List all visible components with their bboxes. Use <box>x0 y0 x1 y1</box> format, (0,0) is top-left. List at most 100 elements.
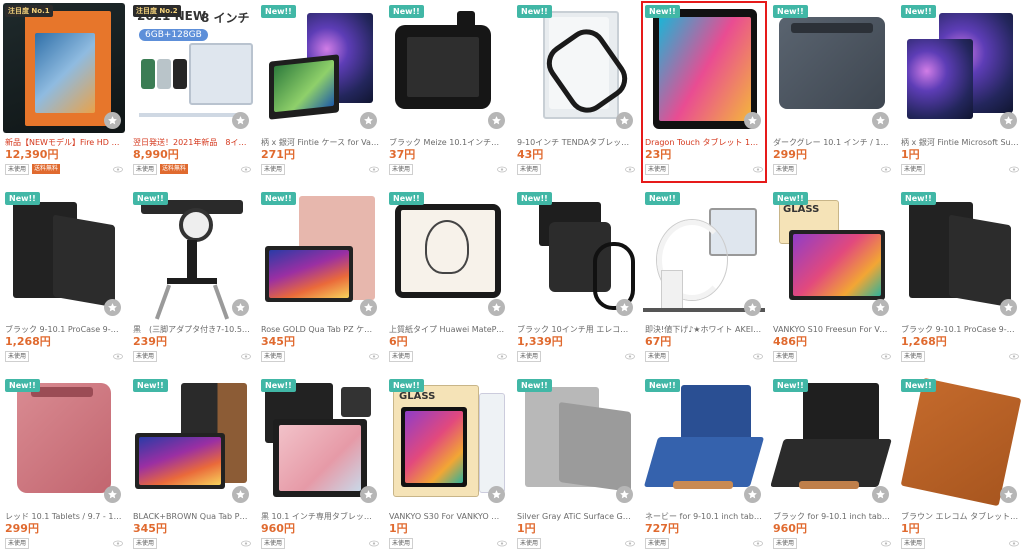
product-thumbnail[interactable]: New!! <box>899 190 1021 320</box>
favorite-button[interactable] <box>488 299 505 316</box>
product-title[interactable]: Rose GOLD Qua Tab PZ ケース … <box>259 324 381 335</box>
product-card[interactable]: New!! ブラック 9-10.1 ProCase 9-10… 1,268円 未… <box>3 190 125 368</box>
favorite-button[interactable] <box>104 112 121 129</box>
product-card[interactable]: New!! 黒 (三脚アダプタ付き7-10.5イ… 239円 未使用 <box>131 190 253 368</box>
condition-badge: 未使用 <box>517 537 542 549</box>
favorite-button[interactable] <box>360 112 377 129</box>
product-title[interactable]: 上質紙タイプ Huawei MatePad P… <box>387 324 509 335</box>
product-thumbnail[interactable]: New!! <box>3 190 125 320</box>
product-title[interactable]: ブラック Meize 10.1インチタブ… <box>387 137 509 148</box>
product-title[interactable]: 黒 (三脚アダプタ付き7-10.5イ… <box>131 324 253 335</box>
product-title[interactable]: 9-10インチ TENDAタブレットハ… <box>515 137 637 148</box>
favorite-button[interactable] <box>616 112 633 129</box>
favorite-button[interactable] <box>744 486 761 503</box>
favorite-button[interactable] <box>232 299 249 316</box>
product-card[interactable]: New!! ブラック Meize 10.1インチタブ… 37円 未使用 <box>387 3 509 181</box>
product-thumbnail[interactable]: New!! <box>899 377 1021 507</box>
favorite-button[interactable] <box>104 299 121 316</box>
product-thumbnail[interactable]: New!! <box>643 3 765 133</box>
product-card[interactable]: GLASS New!! VANKYO S10 Freesun For VAN… … <box>771 190 893 368</box>
favorite-button[interactable] <box>744 299 761 316</box>
product-title[interactable]: 翌日発送！2021年新品 8イン… <box>131 137 253 148</box>
product-card[interactable]: New!! ブラウン エレコム タブレット 汎… 1円 未使用 <box>899 377 1021 555</box>
favorite-button[interactable] <box>360 299 377 316</box>
product-title[interactable]: Dragon Touch タブレット 10.1… <box>643 137 765 148</box>
favorite-button[interactable] <box>488 486 505 503</box>
product-title[interactable]: Silver Gray ATiC Surface Go タ… <box>515 511 637 522</box>
favorite-button[interactable] <box>872 486 889 503</box>
favorite-button[interactable] <box>1000 299 1017 316</box>
product-title[interactable]: ブラウン エレコム タブレット 汎… <box>899 511 1021 522</box>
product-thumbnail[interactable]: New!! <box>771 3 893 133</box>
product-thumbnail[interactable]: New!! <box>515 3 637 133</box>
product-thumbnail[interactable]: New!! <box>131 190 253 320</box>
product-card[interactable]: New!! ブラック 10インチ用 エレコム 防… 1,339円 未使用 <box>515 190 637 368</box>
product-card[interactable]: GLASS New!! VANKYO S30 For VANKYO タブ… 1円… <box>387 377 509 555</box>
product-card[interactable]: New!! 黒 10.1 インチ専用タブレットレ… 960円 未使用 <box>259 377 381 555</box>
product-card[interactable]: New!! レッド 10.1 Tablets / 9.7 - 10… 299円 … <box>3 377 125 555</box>
product-thumbnail[interactable]: New!! <box>3 377 125 507</box>
product-title[interactable]: レッド 10.1 Tablets / 9.7 - 10… <box>3 511 125 522</box>
product-card[interactable]: New!! Dragon Touch タブレット 10.1… 23円 未使用 <box>641 1 767 183</box>
product-card[interactable]: New!! Silver Gray ATiC Surface Go タ… 1円 … <box>515 377 637 555</box>
product-thumbnail[interactable]: New!! <box>259 3 381 133</box>
product-thumbnail[interactable]: 2021 NEW 8 インチ 6GB+128GB 注目度 No.2 <box>131 3 253 133</box>
product-thumbnail[interactable]: New!! <box>259 377 381 507</box>
product-thumbnail[interactable]: New!! <box>643 377 765 507</box>
product-thumbnail[interactable]: New!! <box>643 190 765 320</box>
product-card[interactable]: New!! 即決!値下げ♪★ホワイト AKEIE … 67円 未使用 <box>643 190 765 368</box>
product-title[interactable]: ブラック 9-10.1 ProCase 9-10… <box>899 324 1021 335</box>
product-title[interactable]: 柄 x 銀河 Fintie Microsoft Surfac… <box>899 137 1021 148</box>
product-title[interactable]: 即決!値下げ♪★ホワイト AKEIE … <box>643 324 765 335</box>
product-card[interactable]: 2021 NEW 8 インチ 6GB+128GB 注目度 No.2 翌日発送！2… <box>131 3 253 181</box>
product-title[interactable]: ダークグレー 10.1 インチ / 11 i… <box>771 137 893 148</box>
favorite-button[interactable] <box>616 486 633 503</box>
product-title[interactable]: VANKYO S30 For VANKYO タブ… <box>387 511 509 522</box>
product-card[interactable]: New!! 上質紙タイプ Huawei MatePad P… 6円 未使用 <box>387 190 509 368</box>
favorite-button[interactable] <box>1000 112 1017 129</box>
product-thumbnail[interactable]: GLASS New!! <box>771 190 893 320</box>
product-title[interactable]: 黒 10.1 インチ専用タブレットレ… <box>259 511 381 522</box>
product-title[interactable]: ブラック 9-10.1 ProCase 9-10… <box>3 324 125 335</box>
product-card[interactable]: New!! Rose GOLD Qua Tab PZ ケース … 345円 未使… <box>259 190 381 368</box>
product-thumbnail[interactable]: New!! <box>515 377 637 507</box>
new-badge: New!! <box>901 379 936 392</box>
product-card[interactable]: New!! ダークグレー 10.1 インチ / 11 i… 299円 未使用 <box>771 3 893 181</box>
product-thumbnail[interactable]: New!! <box>387 190 509 320</box>
product-title[interactable]: ブラック for 9-10.1 inch tablet … <box>771 511 893 522</box>
favorite-button[interactable] <box>872 299 889 316</box>
product-thumbnail[interactable]: 注目度 No.1 <box>3 3 125 133</box>
product-card[interactable]: New!! ブラック for 9-10.1 inch tablet … 960円… <box>771 377 893 555</box>
favorite-button[interactable] <box>616 299 633 316</box>
product-title[interactable]: BLACK+BROWN Qua Tab PZ ケ… <box>131 511 253 522</box>
product-card[interactable]: New!! 9-10インチ TENDAタブレットハ… 43円 未使用 <box>515 3 637 181</box>
new-badge: New!! <box>133 192 168 205</box>
product-thumbnail[interactable]: New!! <box>899 3 1021 133</box>
product-card[interactable]: New!! 柄 x 銀河 Fintie Microsoft Surfac… 1円… <box>899 3 1021 181</box>
product-price: 1,268円 <box>901 335 947 348</box>
favorite-button[interactable] <box>232 486 249 503</box>
favorite-button[interactable] <box>744 112 761 129</box>
product-thumbnail[interactable]: New!! <box>387 3 509 133</box>
favorite-button[interactable] <box>1000 486 1017 503</box>
product-thumbnail[interactable]: New!! <box>771 377 893 507</box>
product-thumbnail[interactable]: GLASS New!! <box>387 377 509 507</box>
product-card[interactable]: New!! ブラック 9-10.1 ProCase 9-10… 1,268円 未… <box>899 190 1021 368</box>
product-thumbnail[interactable]: New!! <box>131 377 253 507</box>
product-thumbnail[interactable]: New!! <box>515 190 637 320</box>
product-title[interactable]: ネービー for 9-10.1 inch tablet … <box>643 511 765 522</box>
product-title[interactable]: ブラック 10インチ用 エレコム 防… <box>515 324 637 335</box>
favorite-button[interactable] <box>104 486 121 503</box>
favorite-button[interactable] <box>488 112 505 129</box>
favorite-button[interactable] <box>872 112 889 129</box>
product-title[interactable]: 新品【NEWモデル】Fire HD 10 … <box>3 137 125 148</box>
product-title[interactable]: 柄 x 銀河 Fintie ケース for Vank… <box>259 137 381 148</box>
product-card[interactable]: New!! 柄 x 銀河 Fintie ケース for Vank… 271円 未… <box>259 3 381 181</box>
product-thumbnail[interactable]: New!! <box>259 190 381 320</box>
product-card[interactable]: New!! ネービー for 9-10.1 inch tablet … 727円… <box>643 377 765 555</box>
product-title[interactable]: VANKYO S10 Freesun For VAN… <box>771 324 893 335</box>
favorite-button[interactable] <box>232 112 249 129</box>
product-card[interactable]: New!! BLACK+BROWN Qua Tab PZ ケ… 345円 未使用 <box>131 377 253 555</box>
product-card[interactable]: 注目度 No.1 新品【NEWモデル】Fire HD 10 … 12,390円 … <box>3 3 125 181</box>
favorite-button[interactable] <box>360 486 377 503</box>
